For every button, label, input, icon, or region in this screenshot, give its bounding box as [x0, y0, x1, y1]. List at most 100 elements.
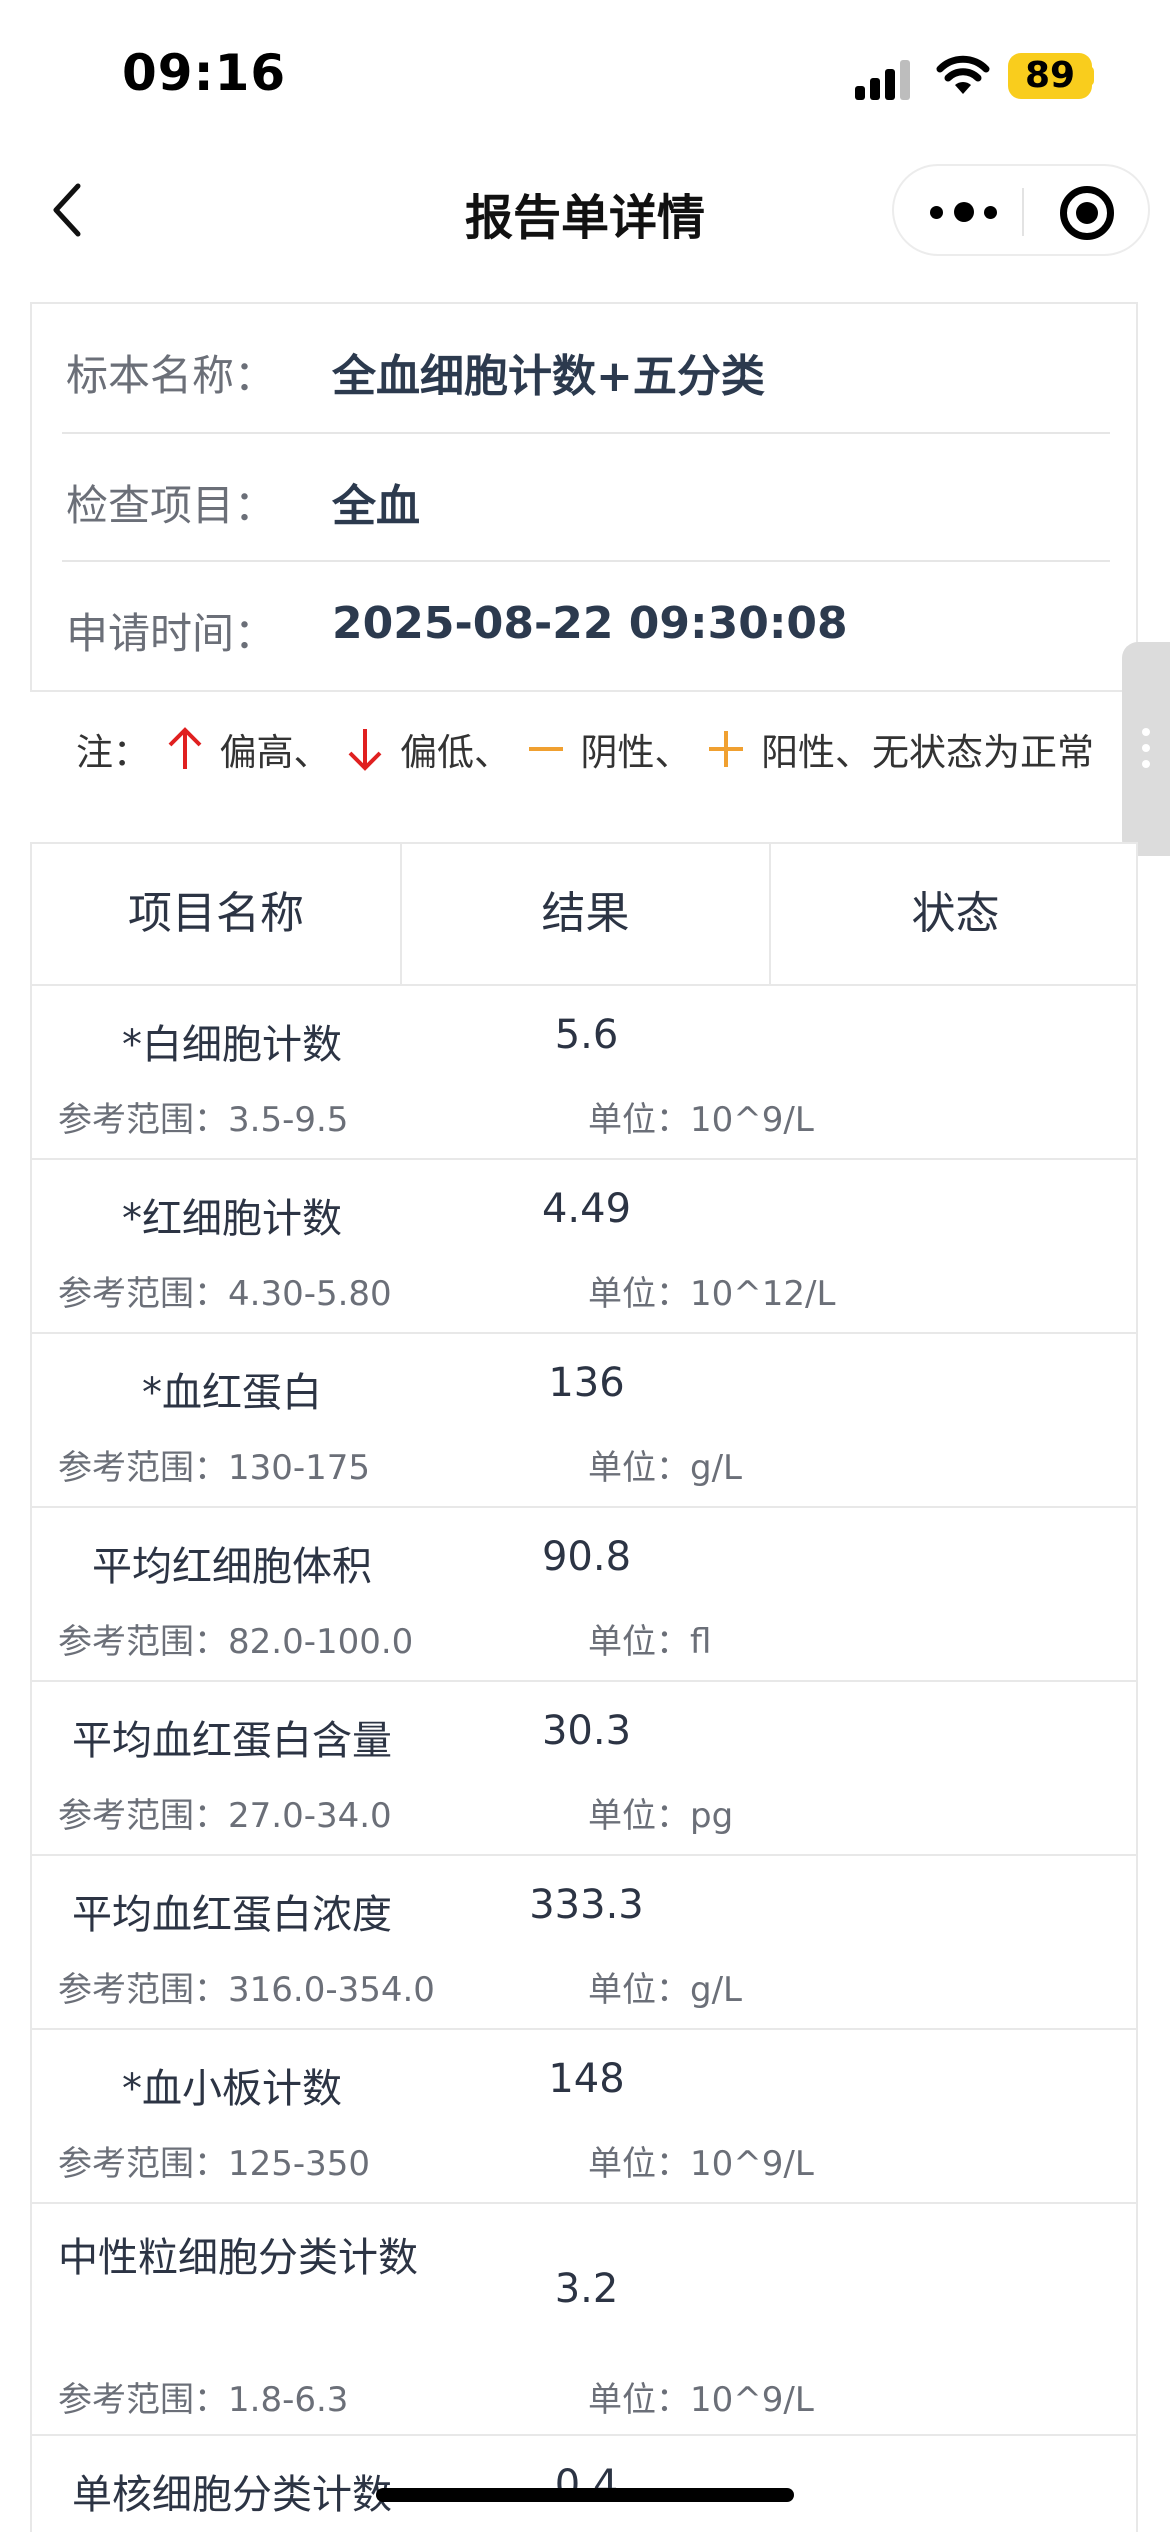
table-row: 平均血红蛋白含量 30.3 参考范围：27.0-34.0 单位：pg — [32, 1682, 1136, 1856]
unit-value: 10^9/L — [690, 2380, 814, 2420]
legend-negative: 阴性、 — [580, 731, 692, 774]
info-value: 全血 — [332, 481, 420, 532]
unit-value: g/L — [690, 1448, 742, 1488]
table-row: 单核细胞分类计数 0.4 — [32, 2436, 1136, 2532]
item-name: *血小板计数 — [122, 2066, 342, 2112]
ref-prefix: 参考范围： — [58, 1970, 228, 2010]
unit-prefix: 单位： — [588, 2380, 690, 2420]
unit-prefix: 单位： — [588, 1100, 690, 1140]
ref-prefix: 参考范围： — [58, 1100, 228, 1140]
ref-value: 316.0-354.0 — [228, 1970, 435, 2010]
cellular-signal-icon — [855, 58, 913, 100]
unit: 单位：g/L — [588, 1962, 742, 2011]
unit-value: 10^9/L — [690, 1100, 814, 1140]
reference-range: 参考范围：3.5-9.5 — [58, 1092, 348, 1141]
legend-high: 偏高、 — [219, 731, 331, 774]
table-row: *红细胞计数 4.49 参考范围：4.30-5.80 单位：10^12/L — [32, 1160, 1136, 1334]
battery-tip — [1086, 66, 1094, 86]
item-name: *血红蛋白 — [142, 1370, 322, 1416]
ref-prefix: 参考范围： — [58, 2144, 228, 2184]
item-name: 平均血红蛋白浓度 — [72, 1892, 392, 1938]
specimen-info-card: 标本名称： 全血细胞计数+五分类 检查项目： 全血 申请时间： 2025-08-… — [30, 302, 1138, 692]
ref-prefix: 参考范围： — [58, 1796, 228, 1836]
battery-level: 89 — [1024, 55, 1076, 96]
reference-range: 参考范围：125-350 — [58, 2136, 370, 2185]
item-name: 平均血红蛋白含量 — [72, 1718, 392, 1764]
results-table: 项目名称 结果 状态 *白细胞计数 5.6 参考范围：3.5-9.5 单位：10… — [30, 842, 1138, 2532]
ref-value: 3.5-9.5 — [228, 1100, 349, 1140]
unit-prefix: 单位： — [588, 1448, 690, 1488]
status-legend: 注： 偏高、 偏低、 阴性、 阳性、无状态为正常 — [0, 722, 1170, 782]
unit-value: 10^9/L — [690, 2144, 814, 2184]
reference-range: 参考范围：27.0-34.0 — [58, 1788, 392, 1837]
unit-value: fl — [690, 1622, 712, 1662]
table-row: 平均血红蛋白浓度 333.3 参考范围：316.0-354.0 单位：g/L — [32, 1856, 1136, 2030]
item-result: 90.8 — [541, 1534, 632, 1580]
unit-prefix: 单位： — [588, 1622, 690, 1662]
item-result: 3.2 — [554, 2266, 619, 2312]
item-name: 平均红细胞体积 — [92, 1544, 372, 1590]
ref-value: 1.8-6.3 — [228, 2380, 349, 2420]
table-header: 项目名称 结果 状态 — [32, 844, 1136, 986]
ref-value: 27.0-34.0 — [228, 1796, 392, 1836]
status-time: 09:16 — [122, 44, 287, 102]
unit: 单位：10^9/L — [588, 1092, 814, 1141]
unit-prefix: 单位： — [588, 2144, 690, 2184]
info-row-specimen: 标本名称： 全血细胞计数+五分类 — [62, 304, 1110, 432]
mini-program-capsule — [892, 164, 1150, 256]
unit: 单位：10^9/L — [588, 2372, 814, 2421]
unit-value: g/L — [690, 1970, 742, 2010]
arrow-up-icon — [168, 727, 202, 769]
item-name: 单核细胞分类计数 — [72, 2472, 392, 2518]
ref-value: 82.0-100.0 — [228, 1622, 414, 1662]
unit: 单位：10^9/L — [588, 2136, 814, 2185]
item-result: 5.6 — [554, 1012, 619, 1058]
item-result: 333.3 — [529, 1882, 644, 1928]
reference-range: 参考范围：82.0-100.0 — [58, 1614, 413, 1663]
table-row: *白细胞计数 5.6 参考范围：3.5-9.5 单位：10^9/L — [32, 986, 1136, 1160]
item-name: 中性粒细胞分类计数 — [58, 2235, 418, 2281]
plus-icon — [709, 731, 744, 767]
arrow-down-icon — [348, 729, 382, 771]
target-close-icon[interactable] — [1060, 186, 1114, 240]
info-label: 申请时间： — [66, 609, 277, 658]
more-dots-icon[interactable] — [924, 188, 1004, 236]
wifi-icon — [936, 55, 990, 94]
item-result: 30.3 — [541, 1708, 632, 1754]
legend-low: 偏低、 — [400, 731, 511, 774]
minus-icon — [528, 747, 563, 751]
unit-prefix: 单位： — [588, 1796, 690, 1836]
ref-prefix: 参考范围： — [58, 1622, 228, 1662]
info-value: 2025-08-22 09:30:08 — [332, 598, 848, 649]
info-label: 标本名称： — [66, 351, 277, 400]
info-row-request-time: 申请时间： 2025-08-22 09:30:08 — [62, 560, 1110, 688]
header-result: 结果 — [402, 844, 771, 984]
item-result: 4.49 — [541, 1186, 632, 1232]
info-label: 检查项目： — [66, 481, 277, 530]
ref-value: 4.30-5.80 — [228, 1274, 392, 1314]
table-row: *血红蛋白 136 参考范围：130-175 单位：g/L — [32, 1334, 1136, 1508]
status-bar: 09:16 89 — [0, 0, 1170, 150]
table-row: *血小板计数 148 参考范围：125-350 单位：10^9/L — [32, 2030, 1136, 2204]
ref-prefix: 参考范围： — [58, 2380, 228, 2420]
unit-prefix: 单位： — [588, 1274, 690, 1314]
ref-prefix: 参考范围： — [58, 1448, 228, 1488]
reference-range: 参考范围：316.0-354.0 — [58, 1962, 435, 2011]
battery-indicator: 89 — [1008, 53, 1092, 99]
home-indicator[interactable] — [376, 2488, 794, 2502]
unit: 单位：fl — [588, 1614, 711, 1663]
ref-prefix: 参考范围： — [58, 1274, 228, 1314]
unit-value: pg — [690, 1796, 734, 1836]
table-row: 平均红细胞体积 90.8 参考范围：82.0-100.0 单位：fl — [32, 1508, 1136, 1682]
nav-bar: 报告单详情 — [0, 150, 1170, 270]
table-row: 中性粒细胞分类计数 3.2 参考范围：1.8-6.3 单位：10^9/L — [32, 2204, 1136, 2436]
legend-positive: 阳性、无状态为正常 — [761, 731, 1095, 774]
unit-value: 10^12/L — [690, 1274, 836, 1314]
unit: 单位：pg — [588, 1788, 733, 1837]
info-value: 全血细胞计数+五分类 — [332, 351, 765, 402]
header-status: 状态 — [911, 888, 1000, 939]
info-row-exam-item: 检查项目： 全血 — [62, 432, 1110, 560]
unit: 单位：g/L — [588, 1440, 742, 1489]
reference-range: 参考范围：1.8-6.3 — [58, 2372, 348, 2421]
item-result: 136 — [548, 1360, 625, 1406]
